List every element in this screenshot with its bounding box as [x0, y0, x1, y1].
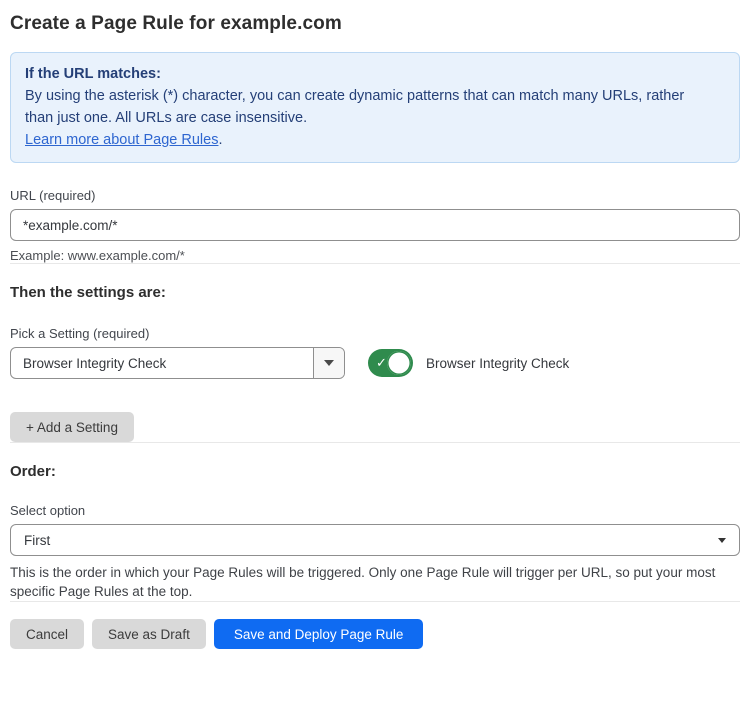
link-suffix: . — [218, 132, 222, 148]
url-helper: Example: www.example.com/* — [10, 248, 740, 263]
order-select-value: First — [24, 533, 50, 548]
divider — [10, 263, 740, 264]
toggle-label: Browser Integrity Check — [426, 356, 569, 371]
footer-actions: Cancel Save as Draft Save and Deploy Pag… — [10, 619, 740, 649]
add-setting-button[interactable]: + Add a Setting — [10, 412, 134, 442]
pick-setting-label: Pick a Setting (required) — [10, 326, 740, 341]
learn-more-link[interactable]: Learn more about Page Rules — [25, 132, 218, 148]
create-page-rule-form: Create a Page Rule for example.com If th… — [0, 0, 750, 649]
info-box-link-line: Learn more about Page Rules. — [25, 129, 725, 151]
url-match-info-box: If the URL matches: By using the asteris… — [10, 52, 740, 163]
setting-select[interactable]: Browser Integrity Check — [10, 347, 345, 379]
info-box-heading: If the URL matches: — [25, 63, 725, 85]
chevron-down-icon — [718, 538, 726, 543]
save-draft-button[interactable]: Save as Draft — [92, 619, 206, 649]
setting-select-arrow-button[interactable] — [313, 348, 344, 378]
save-deploy-button[interactable]: Save and Deploy Page Rule — [214, 619, 424, 649]
setting-select-value: Browser Integrity Check — [11, 348, 313, 378]
url-label: URL (required) — [10, 188, 740, 203]
settings-section-heading: Then the settings are: — [10, 284, 740, 301]
info-box-body: By using the asterisk (*) character, you… — [25, 85, 697, 129]
order-helper: This is the order in which your Page Rul… — [10, 563, 740, 601]
url-input[interactable] — [10, 209, 740, 241]
setting-row: Browser Integrity Check ✓ Browser Integr… — [10, 347, 740, 379]
order-section-heading: Order: — [10, 463, 740, 480]
cancel-button[interactable]: Cancel — [10, 619, 84, 649]
divider — [10, 442, 740, 443]
browser-integrity-toggle[interactable]: ✓ — [368, 349, 413, 377]
chevron-down-icon — [324, 360, 334, 366]
page-title: Create a Page Rule for example.com — [10, 13, 740, 35]
divider — [10, 601, 740, 602]
toggle-knob — [387, 351, 411, 375]
check-icon: ✓ — [376, 356, 387, 369]
order-select-label: Select option — [10, 503, 740, 518]
order-select[interactable]: First — [10, 524, 740, 556]
